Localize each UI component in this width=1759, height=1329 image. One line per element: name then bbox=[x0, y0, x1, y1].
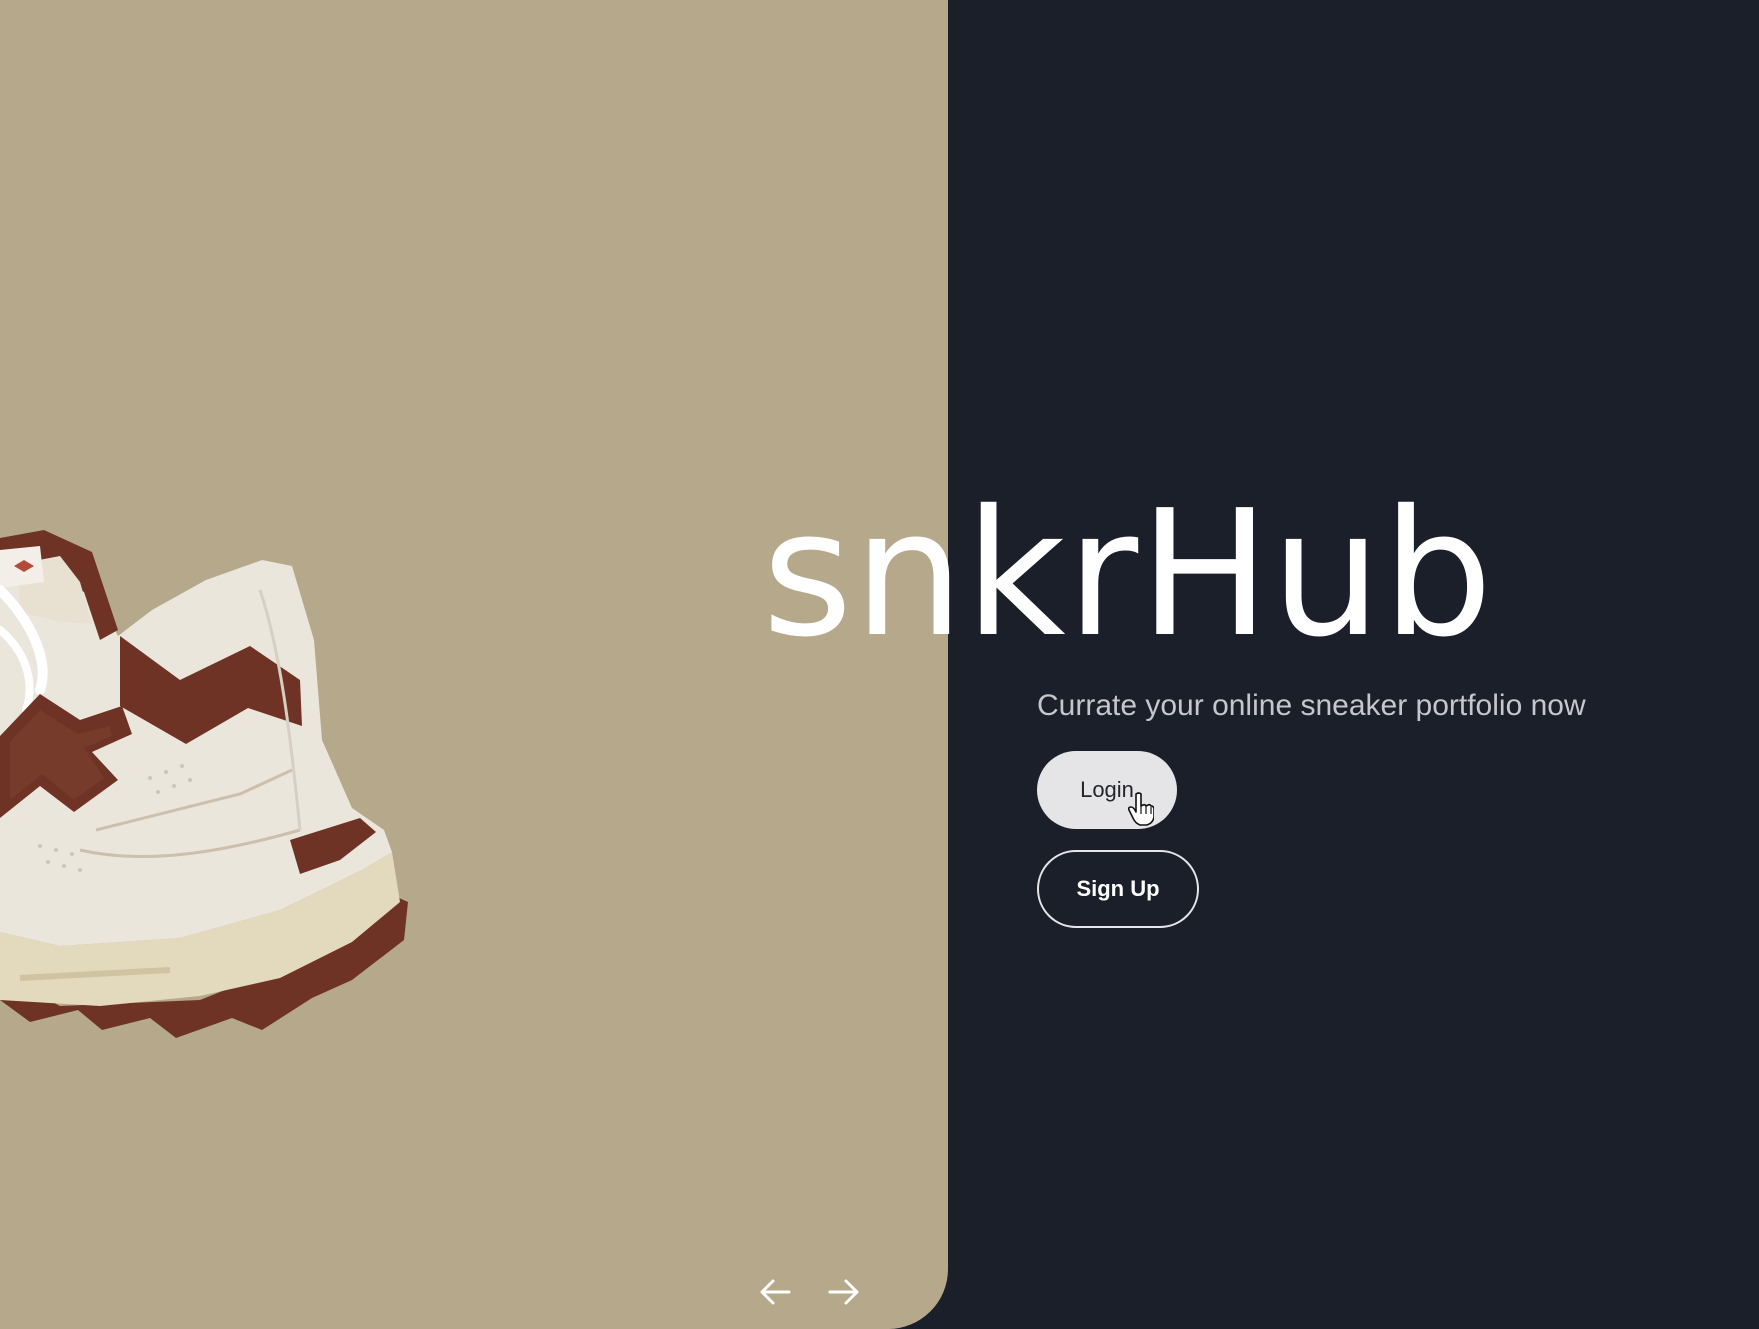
login-button[interactable]: Login bbox=[1037, 751, 1177, 829]
arrow-right-icon bbox=[828, 1279, 859, 1305]
carousel-next-button[interactable] bbox=[824, 1272, 864, 1312]
hand-cursor-icon bbox=[1128, 792, 1154, 826]
signup-button[interactable]: Sign Up bbox=[1037, 850, 1199, 928]
carousel-prev-button[interactable] bbox=[755, 1272, 795, 1312]
arrow-left-icon bbox=[760, 1279, 791, 1305]
brand-title: snkrHub bbox=[762, 473, 1494, 676]
sneaker-image bbox=[0, 530, 408, 1038]
brand-tagline: Currate your online sneaker portfolio no… bbox=[1037, 689, 1586, 722]
landing-page: snkrHub Currate your online sneaker port… bbox=[0, 0, 1759, 1329]
